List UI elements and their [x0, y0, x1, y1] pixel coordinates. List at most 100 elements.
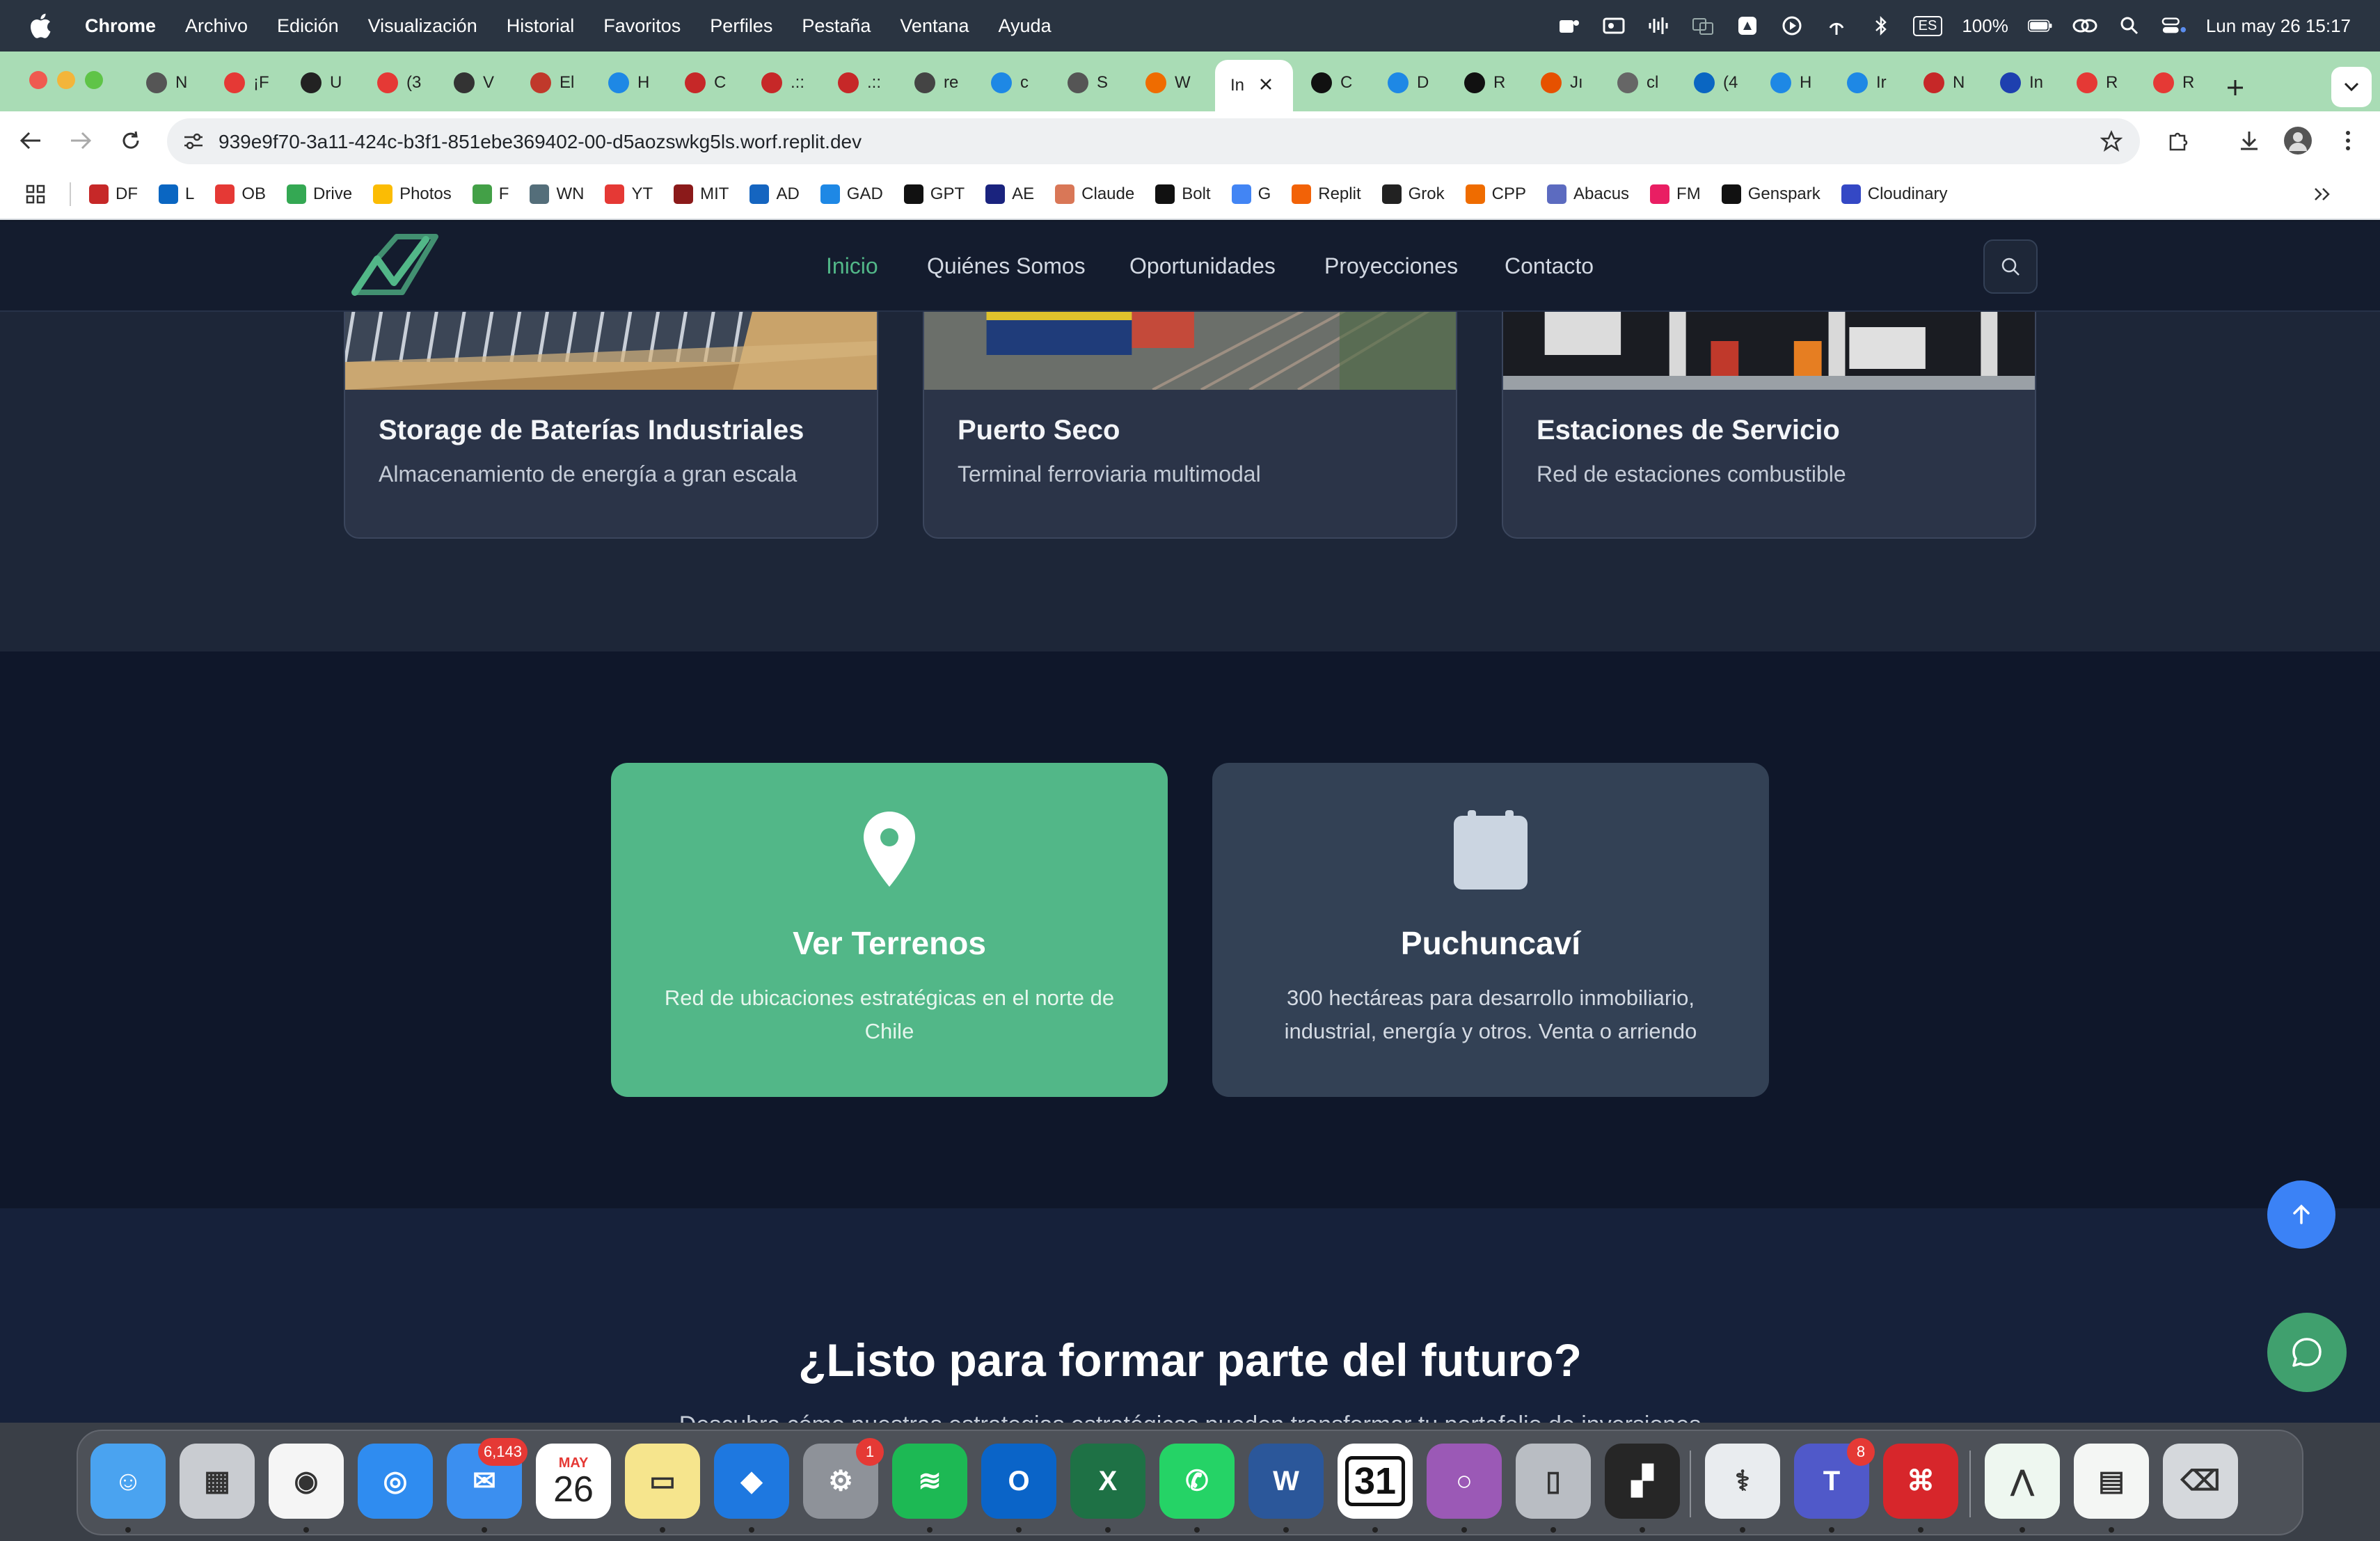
- bookmark-item[interactable]: Claude: [1055, 184, 1134, 204]
- downloads-icon[interactable]: [2232, 124, 2266, 157]
- bookmark-item[interactable]: Grok: [1381, 184, 1445, 204]
- new-tab-button[interactable]: [2221, 74, 2249, 102]
- tab-active[interactable]: In: [1215, 60, 1293, 111]
- nav-quienes-somos[interactable]: Quiénes Somos: [927, 253, 1086, 279]
- nav-proyecciones[interactable]: Proyecciones: [1324, 253, 1458, 279]
- browser-tab[interactable]: (4: [1679, 61, 1751, 104]
- more-bookmarks-chevron-icon[interactable]: [2313, 187, 2331, 202]
- profile-avatar[interactable]: [2281, 124, 2315, 157]
- browser-tab[interactable]: H: [593, 61, 665, 104]
- dock-app-notes-icon[interactable]: ▭: [625, 1444, 700, 1519]
- nav-inicio[interactable]: Inicio: [826, 253, 878, 279]
- browser-tab[interactable]: S: [1052, 61, 1125, 104]
- dock-app-circle-icon[interactable]: ○: [1427, 1444, 1502, 1519]
- browser-tab[interactable]: El: [515, 61, 587, 104]
- browser-menu-icon[interactable]: [2331, 124, 2365, 157]
- dock-app-site-window-icon[interactable]: ⋀: [1985, 1444, 2060, 1519]
- site-info-icon[interactable]: [177, 125, 210, 158]
- browser-tab[interactable]: In: [1985, 61, 2057, 104]
- menu-perfiles[interactable]: Perfiles: [710, 15, 772, 37]
- bookmark-item[interactable]: OB: [215, 184, 266, 204]
- outlook-status-icon[interactable]: [1601, 15, 1626, 36]
- extensions-puzzle-icon[interactable]: [2161, 124, 2195, 157]
- bookmark-item[interactable]: Bolt: [1155, 184, 1211, 204]
- dock-app-chrome-icon[interactable]: ◉: [269, 1444, 344, 1519]
- address-bar[interactable]: 939e9f70-3a11-424c-b3f1-851ebe369402-00-…: [167, 118, 2140, 164]
- menu-archivo[interactable]: Archivo: [185, 15, 248, 37]
- language-icon[interactable]: [1690, 15, 1715, 36]
- bookmark-item[interactable]: FM: [1650, 184, 1701, 204]
- control-center-icon[interactable]: [2161, 15, 2187, 36]
- dock-app-excel-icon[interactable]: X: [1070, 1444, 1145, 1519]
- bookmark-item[interactable]: AE: [985, 184, 1034, 204]
- dock-app-mail-icon[interactable]: ✉ 6,143: [447, 1438, 527, 1519]
- dock-app-calendar-31-icon[interactable]: 31: [1338, 1444, 1413, 1519]
- dock-app-system-settings-icon[interactable]: ⚙ 1: [803, 1438, 884, 1519]
- browser-tab[interactable]: .::: [746, 61, 818, 104]
- scroll-to-top-button[interactable]: [2267, 1180, 2335, 1249]
- bookmark-item[interactable]: YT: [605, 184, 653, 204]
- bookmark-item[interactable]: Drive: [287, 184, 352, 204]
- dock-app-preview-icon[interactable]: ⚕: [1705, 1444, 1780, 1519]
- bookmark-item[interactable]: L: [159, 184, 194, 204]
- company-logo-icon[interactable]: [348, 234, 442, 301]
- bookmark-item[interactable]: DF: [89, 184, 138, 204]
- browser-tab[interactable]: Ir: [1832, 61, 1904, 104]
- window-minimize-button[interactable]: [57, 71, 75, 89]
- play-icon[interactable]: [1779, 15, 1804, 36]
- menu-app-name[interactable]: Chrome: [85, 15, 156, 37]
- bookmark-item[interactable]: WN: [530, 184, 584, 204]
- bookmark-item[interactable]: GAD: [820, 184, 883, 204]
- browser-tab[interactable]: H: [1755, 61, 1827, 104]
- menubar-clock[interactable]: Lun may 26 15:17: [2206, 15, 2351, 37]
- browser-tab[interactable]: re: [899, 61, 971, 104]
- dock-app-word-icon[interactable]: W: [1248, 1444, 1324, 1519]
- menu-visualizacion[interactable]: Visualización: [368, 15, 477, 37]
- browser-tab[interactable]: cl: [1602, 61, 1674, 104]
- dock-app-calendar-icon[interactable]: MAY 26: [536, 1444, 611, 1519]
- menu-ventana[interactable]: Ventana: [900, 15, 969, 37]
- bookmark-star-icon[interactable]: [2095, 125, 2128, 158]
- dock-app-safari-icon[interactable]: ◎: [358, 1444, 433, 1519]
- browser-tab[interactable]: .::: [823, 61, 895, 104]
- bookmark-item[interactable]: MIT: [674, 184, 729, 204]
- dock-app-iphone-mirroring-icon[interactable]: ▯: [1516, 1444, 1591, 1519]
- feature-card-puchuncavi[interactable]: Puchuncaví 300 hectáreas para desarrollo…: [1212, 763, 1769, 1097]
- bookmark-item[interactable]: G: [1231, 184, 1271, 204]
- chat-button[interactable]: [2267, 1313, 2347, 1392]
- feature-card-ver-terrenos[interactable]: Ver Terrenos Red de ubicaciones estratég…: [611, 763, 1168, 1097]
- input-source-badge[interactable]: ES: [1912, 15, 1943, 36]
- browser-tab[interactable]: D: [1372, 61, 1445, 104]
- bookmark-item[interactable]: F: [472, 184, 509, 204]
- reload-button[interactable]: [114, 124, 148, 157]
- project-card-puerto-seco[interactable]: Puerto Seco Terminal ferroviaria multimo…: [923, 277, 1457, 539]
- bookmark-item[interactable]: GPT: [903, 184, 965, 204]
- browser-tab[interactable]: Jı: [1525, 61, 1598, 104]
- apps-grid-icon[interactable]: [25, 184, 46, 205]
- menu-historial[interactable]: Historial: [507, 15, 575, 37]
- bookmark-item[interactable]: CPP: [1465, 184, 1526, 204]
- bookmark-item[interactable]: AD: [749, 184, 800, 204]
- tab-search-chevron-icon[interactable]: [2331, 67, 2372, 107]
- menu-pestana[interactable]: Pestaña: [802, 15, 871, 37]
- dock-app-outlook-icon[interactable]: O: [981, 1444, 1056, 1519]
- apple-icon[interactable]: [26, 10, 57, 41]
- close-tab-icon[interactable]: [1260, 76, 1272, 95]
- forward-button[interactable]: [64, 124, 97, 157]
- browser-tab[interactable]: U: [285, 61, 358, 104]
- browser-tab[interactable]: N: [1908, 61, 1981, 104]
- dock-app-excel-window-icon[interactable]: ▤: [2074, 1444, 2149, 1519]
- browser-tab[interactable]: (3: [362, 61, 434, 104]
- bookmark-item[interactable]: Replit: [1292, 184, 1361, 204]
- back-button[interactable]: [14, 124, 47, 157]
- bookmark-item[interactable]: Abacus: [1546, 184, 1629, 204]
- browser-tab[interactable]: R: [1449, 61, 1521, 104]
- audio-waveform-icon[interactable]: [1646, 15, 1671, 36]
- browser-tab[interactable]: W: [1130, 61, 1203, 104]
- site-search-button[interactable]: [1983, 239, 2038, 294]
- menu-favoritos[interactable]: Favoritos: [603, 15, 681, 37]
- browser-tab[interactable]: C: [1296, 61, 1368, 104]
- spotlight-search-icon[interactable]: [2117, 15, 2142, 36]
- bluetooth-icon[interactable]: [1869, 15, 1894, 36]
- teams-status-icon[interactable]: [1557, 15, 1582, 36]
